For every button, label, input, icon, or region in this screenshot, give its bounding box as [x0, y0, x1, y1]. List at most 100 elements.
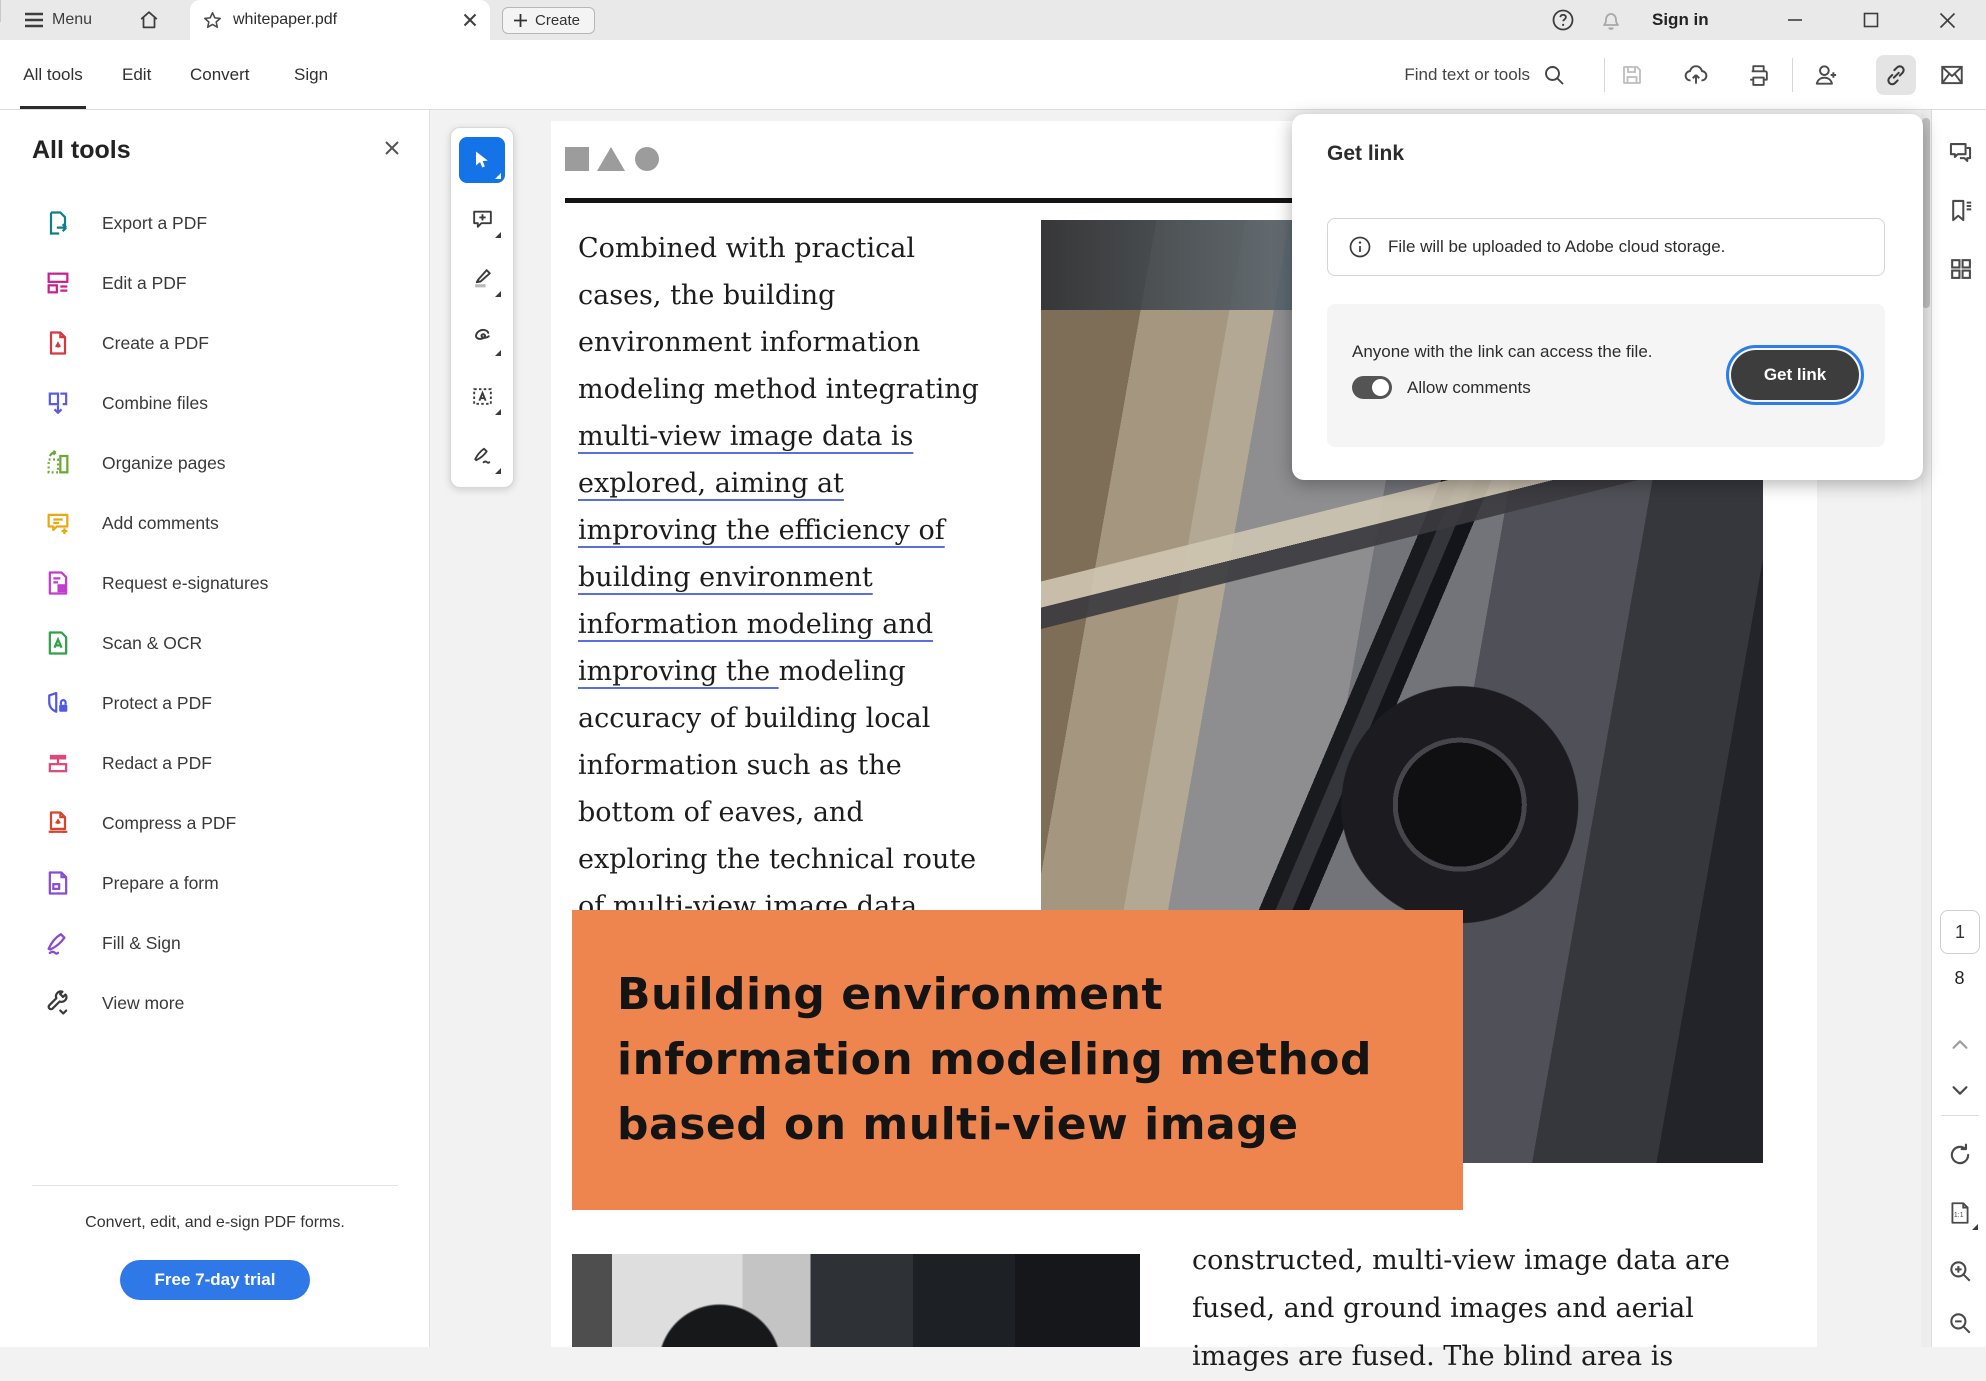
upload-cloud-icon[interactable]: [1682, 61, 1710, 89]
email-icon[interactable]: [1938, 61, 1966, 89]
tool-view-more[interactable]: View more: [0, 973, 430, 1033]
create-pdf-icon: [44, 329, 72, 357]
draw-tool-button[interactable]: [459, 314, 505, 360]
get-link-icon[interactable]: [1876, 55, 1916, 95]
continuation-line: constructed, multi-view image data are: [1192, 1245, 1731, 1276]
section-heading-line: information modeling method: [617, 1034, 1372, 1085]
free-trial-button[interactable]: Free 7-day trial: [120, 1260, 310, 1300]
create-button[interactable]: Create: [502, 7, 596, 34]
actual-size-icon[interactable]: 1:1: [1945, 1198, 1978, 1230]
tool-label: Create a PDF: [102, 332, 209, 353]
tab-all-tools[interactable]: All tools: [20, 40, 86, 109]
edit-pdf-icon: [44, 269, 72, 297]
add-comment-tool-button[interactable]: [459, 196, 505, 242]
total-pages-label: 8: [1954, 968, 1965, 988]
continuation-line: fused, and ground images and aerial: [1192, 1293, 1694, 1324]
tab-close-icon[interactable]: [462, 12, 478, 28]
maximize-button[interactable]: [1848, 0, 1894, 40]
page-thumbnails-icon[interactable]: [1945, 253, 1975, 283]
minimize-button[interactable]: [1772, 0, 1818, 40]
home-button[interactable]: [138, 0, 160, 40]
tool-compress-a-pdf[interactable]: Compress a PDF: [0, 793, 430, 853]
tool-combine-files[interactable]: Combine files: [0, 373, 430, 433]
tool-protect-a-pdf[interactable]: Protect a PDF: [0, 673, 430, 733]
add-comments-icon: [44, 509, 72, 537]
protect-pdf-icon: [44, 689, 72, 717]
previous-page-chevron-icon[interactable]: [1945, 1030, 1975, 1060]
panel-close-icon[interactable]: [382, 138, 404, 160]
select-text-tool-button[interactable]: [459, 373, 505, 419]
get-link-popup: Get link File will be uploaded to Adobe …: [1292, 114, 1923, 480]
find-text-or-tools[interactable]: Find text or tools: [1404, 40, 1566, 109]
continuation-line: images are fused. The blind area is: [1192, 1341, 1674, 1372]
select-tool-button[interactable]: [459, 137, 505, 183]
tool-organize-pages[interactable]: Organize pages: [0, 433, 430, 493]
section-heading-line: based on multi-view image: [617, 1099, 1299, 1150]
help-button[interactable]: [1540, 0, 1586, 40]
workstation-photo: [572, 1254, 1140, 1347]
tab-edit[interactable]: Edit: [122, 40, 151, 109]
continuation-paragraph: constructed, multi-view image data are f…: [1192, 1237, 1767, 1381]
view-more-wrench-icon: [44, 989, 72, 1017]
close-window-button[interactable]: [1924, 0, 1970, 40]
titlebar-divider: [0, 0, 1, 22]
paragraph-text: Combined with practical cases, the build…: [578, 233, 979, 405]
scrollbar-thumb[interactable]: [1922, 118, 1930, 308]
star-icon[interactable]: [202, 10, 223, 31]
zoom-in-icon[interactable]: [1945, 1256, 1975, 1286]
access-text: Anyone with the link can access the file…: [1352, 342, 1653, 361]
allow-comments-label: Allow comments: [1407, 378, 1531, 397]
next-page-chevron-icon[interactable]: [1945, 1075, 1975, 1105]
tool-label: Scan & OCR: [102, 632, 203, 653]
rotate-page-icon[interactable]: [1945, 1140, 1975, 1170]
highlight-tool-button[interactable]: [459, 255, 505, 301]
tool-add-comments[interactable]: Add comments: [0, 493, 430, 553]
current-page-input[interactable]: 1: [1940, 910, 1980, 954]
panel-title: All tools: [32, 136, 131, 164]
tool-export-a-pdf[interactable]: Export a PDF: [0, 193, 430, 253]
tool-label: Add comments: [102, 512, 219, 533]
tab-sign[interactable]: Sign: [294, 40, 328, 109]
tool-prepare-a-form[interactable]: Prepare a form: [0, 853, 430, 913]
notifications-bell-icon[interactable]: [1588, 0, 1634, 40]
zoom-out-icon[interactable]: [1945, 1308, 1975, 1338]
hamburger-icon: [24, 12, 44, 28]
organize-pages-icon: [44, 449, 72, 477]
toolbar-separator: [1792, 58, 1793, 92]
upload-info-text: File will be uploaded to Adobe cloud sto…: [1388, 237, 1726, 256]
create-label: Create: [535, 12, 581, 29]
get-link-button[interactable]: Get link: [1726, 345, 1864, 405]
prepare-form-icon: [44, 869, 72, 897]
logo-triangle: [597, 147, 625, 171]
document-tab[interactable]: whitepaper.pdf: [190, 0, 490, 40]
link-access-section: Anyone with the link can access the file…: [1327, 304, 1885, 447]
info-icon: [1348, 235, 1372, 259]
allow-comments-toggle[interactable]: [1352, 376, 1392, 399]
toggle-knob: [1372, 379, 1389, 396]
tool-redact-a-pdf[interactable]: Redact a PDF: [0, 733, 430, 793]
logo-square: [565, 147, 589, 171]
tool-request-e-signatures[interactable]: Request e-signatures: [0, 553, 430, 613]
save-icon[interactable]: [1618, 61, 1646, 89]
tool-label: Fill & Sign: [102, 932, 181, 953]
home-icon: [138, 9, 160, 31]
print-icon[interactable]: [1744, 61, 1772, 89]
add-user-icon[interactable]: [1812, 61, 1840, 89]
comments-panel-icon[interactable]: [1945, 137, 1975, 167]
fill-sign-icon: [44, 929, 72, 957]
compress-pdf-icon: [44, 809, 72, 837]
fill-sign-tool-button[interactable]: [459, 432, 505, 478]
bookmarks-panel-icon[interactable]: [1945, 195, 1975, 225]
tool-fill-and-sign[interactable]: Fill & Sign: [0, 913, 430, 973]
search-icon: [1542, 63, 1566, 87]
tab-convert[interactable]: Convert: [190, 40, 250, 109]
menu-label: Menu: [52, 11, 93, 28]
tool-label: Edit a PDF: [102, 272, 187, 293]
tool-scan-ocr[interactable]: Scan & OCR: [0, 613, 430, 673]
quick-tools-toolbar: [450, 127, 514, 488]
tool-edit-a-pdf[interactable]: Edit a PDF: [0, 253, 430, 313]
tool-create-a-pdf[interactable]: Create a PDF: [0, 313, 430, 373]
menu-button[interactable]: Menu: [24, 0, 92, 40]
sign-in-button[interactable]: Sign in: [1652, 0, 1709, 40]
all-tools-panel: All tools Export a PDF Edit a PDF Create…: [0, 110, 430, 1347]
